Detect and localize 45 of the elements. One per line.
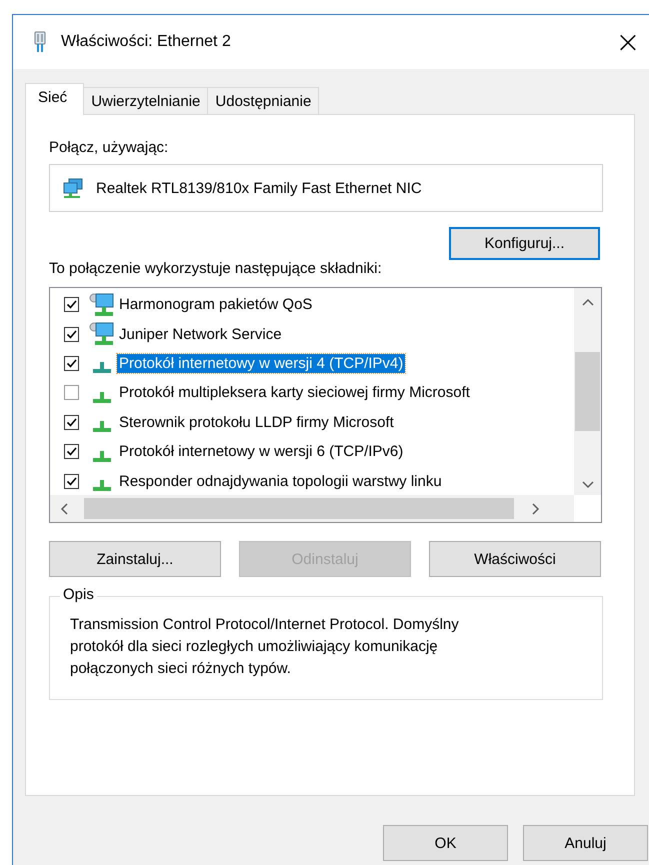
checkbox[interactable] bbox=[64, 414, 79, 430]
protocol-icon bbox=[93, 392, 111, 403]
action-button[interactable]: Zainstaluj... bbox=[49, 541, 221, 577]
protocol-icon bbox=[93, 450, 111, 462]
component-item[interactable]: Harmonogram pakietów QoS bbox=[117, 295, 314, 314]
scroll-left-icon[interactable] bbox=[60, 502, 68, 514]
tab[interactable]: Udostępnianie bbox=[207, 87, 320, 114]
protocol-icon bbox=[93, 362, 111, 374]
checkbox[interactable] bbox=[64, 356, 79, 371]
vertical-scrollbar[interactable] bbox=[574, 288, 601, 495]
component-item[interactable]: Protokół internetowy w wersji 6 (TCP/IPv6) bbox=[117, 442, 406, 462]
action-button[interactable]: Właściwości bbox=[429, 541, 601, 577]
service-computer-icon bbox=[89, 292, 115, 318]
protocol-icon bbox=[93, 480, 111, 492]
close-button[interactable]: × bbox=[605, 22, 649, 62]
checkbox[interactable] bbox=[64, 444, 79, 460]
checkbox[interactable] bbox=[64, 297, 79, 312]
component-item[interactable]: Protokół multipleksera karty sieciowej firmy Microsoft bbox=[117, 383, 472, 402]
component-item[interactable]: Responder odnajdywania topologii warstwy linku bbox=[117, 472, 444, 491]
configure-button[interactable]: Konfiguruj... bbox=[449, 227, 600, 260]
components-label: To połączenie wykorzystuje następujące składniki: bbox=[49, 260, 383, 277]
checkbox[interactable] bbox=[64, 385, 79, 400]
description-text: Transmission Control Protocol/Internet Protocol. Domyślny protokół dla sieci rozległych umożliwiający komunikację połączonych sieci różnych typów. bbox=[70, 615, 460, 679]
horizontal-scrollbar[interactable] bbox=[50, 495, 574, 522]
checkbox[interactable] bbox=[64, 474, 79, 489]
scroll-right-icon[interactable] bbox=[532, 502, 540, 514]
scroll-thumb[interactable] bbox=[575, 352, 600, 431]
scroll-up-icon[interactable] bbox=[582, 298, 594, 306]
network-plug-icon bbox=[33, 31, 47, 53]
component-item[interactable]: Protokół internetowy w wersji 4 (TCP/IPv4) bbox=[117, 354, 406, 373]
scroll-down-icon[interactable] bbox=[582, 481, 594, 489]
service-computer-icon bbox=[89, 321, 115, 348]
window-title: Właściwości: Ethernet 2 bbox=[61, 33, 232, 51]
network-computers-icon bbox=[62, 177, 84, 199]
dialog-button[interactable]: Anuluj bbox=[523, 825, 648, 861]
protocol-icon bbox=[93, 421, 111, 432]
component-item[interactable]: Juniper Network Service bbox=[117, 324, 284, 344]
checkbox[interactable] bbox=[64, 326, 79, 342]
tab[interactable]: Sieć bbox=[25, 83, 84, 115]
connect-using-label: Połącz, używając: bbox=[49, 139, 170, 156]
dialog-button[interactable]: OK bbox=[383, 825, 508, 861]
adapter-name: Realtek RTL8139/810x Family Fast Ethernet NIC bbox=[96, 180, 422, 196]
scroll-thumb[interactable] bbox=[84, 498, 514, 519]
group-title: Opis bbox=[60, 586, 97, 603]
component-item[interactable]: Sterownik protokołu LLDP firmy Microsoft bbox=[117, 412, 396, 432]
